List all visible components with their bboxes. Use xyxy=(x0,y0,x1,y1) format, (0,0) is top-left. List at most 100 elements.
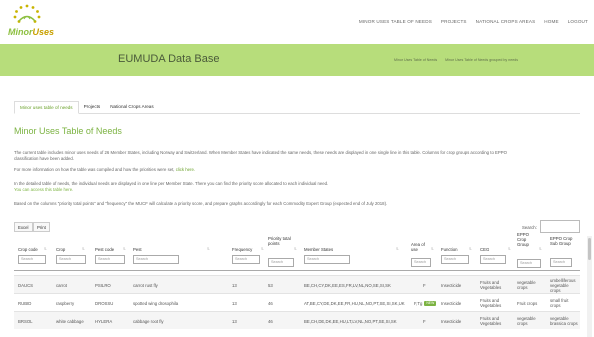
col-label: Crop code xyxy=(18,247,38,252)
nav-projects[interactable]: PROJECTS xyxy=(441,19,467,24)
cell-member-states: BE,CH,CY,DK,EE,ES,FR,LV,NL,NO,SE,SI,SK xyxy=(304,282,391,288)
cell-crop-code: RUBID xyxy=(18,300,32,306)
cell-area: F,Tg NEW xyxy=(414,294,437,312)
cell-eppo-sub: vegetable brassica crops xyxy=(550,316,578,326)
col-function[interactable]: Function ⇅ Search xyxy=(441,236,473,270)
click-here-link[interactable]: click here. xyxy=(176,167,195,172)
priority-paragraph: Based on the columns "priority total poi… xyxy=(14,201,388,206)
minor-uses-logo[interactable]: MinorUses xyxy=(6,3,54,41)
tab-minor-uses-table[interactable]: Minor uses table of needs xyxy=(14,101,79,114)
col-ceg[interactable]: CEG ⇅ Search xyxy=(480,236,512,270)
col-eppo-crop-sub-group[interactable]: EPPO Crop Sub Group Search xyxy=(550,236,580,270)
filter-input[interactable]: Search xyxy=(268,258,294,267)
table-row[interactable]: DAUCS carrot PSILRO carrot rust fly 13 5… xyxy=(14,275,580,293)
col-label: EPPO Crop Sub Group xyxy=(550,236,573,247)
search-label: Search: xyxy=(522,225,537,230)
global-search-input[interactable] xyxy=(540,220,580,233)
sort-icon[interactable]: ⇅ xyxy=(261,247,264,251)
cell-ceg: Fruits and Vegetables xyxy=(480,298,502,308)
sort-icon[interactable]: ⇅ xyxy=(396,247,399,251)
cell-pest: carrot rust fly xyxy=(133,282,158,288)
sort-icon[interactable]: ⇅ xyxy=(469,247,472,251)
cell-eppo-group: vegetable crops xyxy=(517,280,536,290)
area-value: F xyxy=(423,318,426,324)
access-table-link[interactable]: You can access this table here. xyxy=(14,187,73,193)
filter-input[interactable]: Search xyxy=(441,255,469,264)
header-banner: EUMUDA Data Base Minor Uses Table of Nee… xyxy=(0,44,594,76)
cell-eppo-group: vegetable crops xyxy=(517,316,536,326)
cell-area: F xyxy=(423,312,426,330)
col-label: CEG xyxy=(480,247,490,252)
filter-input[interactable]: Search xyxy=(18,255,46,264)
nav-logout[interactable]: LOGOUT xyxy=(568,19,588,24)
col-label: Area of use xyxy=(411,242,425,253)
sort-icon[interactable]: ⇅ xyxy=(508,247,511,251)
cell-pest-code: DROSSU xyxy=(95,300,114,306)
filter-input[interactable]: Search xyxy=(133,255,179,264)
nav-minor-uses-table[interactable]: MINOR USES TABLE OF NEEDS xyxy=(359,19,432,24)
print-button[interactable]: Print xyxy=(33,222,50,232)
logo-wordmark: MinorUses xyxy=(8,27,55,37)
cell-eppo-sub: umbelliferous vegetable crops xyxy=(550,277,576,293)
tab-projects[interactable]: Projects xyxy=(79,101,106,114)
sort-icon[interactable]: ⇅ xyxy=(123,247,126,251)
col-label: Frequency xyxy=(232,247,253,252)
cell-pest: cabbage root fly xyxy=(133,318,164,324)
col-label: Crop xyxy=(56,247,66,252)
filter-input[interactable]: Search xyxy=(95,255,125,264)
cell-function: Insecticide xyxy=(441,300,462,306)
filter-input[interactable]: Search xyxy=(411,258,431,267)
cell-crop: white cabbage xyxy=(56,318,84,324)
sort-icon[interactable]: ⇅ xyxy=(539,247,542,251)
table-row[interactable]: BRSOL white cabbage HYLERA cabbage root … xyxy=(14,311,580,329)
col-label: Priority total points xyxy=(268,236,291,247)
info-paragraph: For more information on how the table wa… xyxy=(14,167,195,173)
filter-input[interactable]: Search xyxy=(480,255,506,264)
banner-link-table-of-needs[interactable]: Minor Uses Table of Needs xyxy=(394,58,437,62)
content-tabs: Minor uses table of needs Projects Natio… xyxy=(14,101,580,114)
col-member-states[interactable]: Member States ⇅ Search xyxy=(304,236,402,270)
cell-eppo-group: Fruit crops xyxy=(517,300,538,306)
col-area-of-use[interactable]: Area of use ⇅ Search xyxy=(411,236,434,270)
cell-function: Insecticide xyxy=(441,282,462,288)
cell-crop: raspberry xyxy=(56,300,75,306)
filter-input[interactable]: Search xyxy=(232,255,260,264)
intro-paragraph: The current table includes minor uses ne… xyxy=(14,150,507,155)
cell-crop: carrot xyxy=(56,282,67,288)
col-label: Member States xyxy=(304,247,334,252)
filter-input[interactable]: Search xyxy=(56,255,86,264)
scrollbar-thumb[interactable] xyxy=(588,238,591,260)
cell-area: F xyxy=(423,276,426,294)
sort-icon[interactable]: ⇅ xyxy=(431,247,434,251)
sort-icon[interactable]: ⇅ xyxy=(82,247,85,251)
col-frequency[interactable]: Frequency ⇅ Search xyxy=(232,236,264,270)
col-crop[interactable]: Crop ⇅ Search xyxy=(56,236,90,270)
col-eppo-crop-group[interactable]: EPPO Crop Group ⇅ Search xyxy=(517,232,543,270)
filter-input[interactable]: Search xyxy=(304,255,350,264)
col-label: Function xyxy=(441,247,458,252)
excel-button[interactable]: Excel xyxy=(14,222,33,232)
nav-home[interactable]: HOME xyxy=(544,19,558,24)
tab-national-crops-areas[interactable]: National Crops Areas xyxy=(105,101,158,114)
sort-icon[interactable]: ⇅ xyxy=(294,247,297,251)
sort-icon[interactable]: ⇅ xyxy=(44,247,47,251)
cell-frequency: 13 xyxy=(232,282,237,288)
sort-icon[interactable]: ⇅ xyxy=(207,247,210,251)
cell-function: Insecticide xyxy=(441,318,462,324)
col-pest-code[interactable]: Pest code ⇅ Search xyxy=(95,236,129,270)
banner-link-grouped-by-needs[interactable]: Minor Uses Table of Needs grouped by nee… xyxy=(445,58,518,62)
col-crop-code[interactable]: Crop code ⇅ Search xyxy=(18,236,50,270)
cell-crop-code: BRSOL xyxy=(18,318,33,324)
col-label: EPPO Crop Group xyxy=(517,232,529,248)
header-divider xyxy=(14,270,580,271)
col-priority[interactable]: Priority total points ⇅ Search xyxy=(268,236,298,270)
intro-paragraph-cont: classification have been added. xyxy=(14,156,74,161)
filter-input[interactable]: Search xyxy=(550,258,572,267)
cell-priority: 53 xyxy=(268,282,273,288)
col-pest[interactable]: Pest ⇅ Search xyxy=(133,236,213,270)
cell-priority: 46 xyxy=(268,318,273,324)
table-row[interactable]: RUBID raspberry DROSSU spotted wing dros… xyxy=(14,293,580,311)
cell-frequency: 13 xyxy=(232,300,237,306)
filter-input[interactable]: Search xyxy=(517,259,541,268)
nav-national-crops-areas[interactable]: NATIONAL CROPS AREAS xyxy=(476,19,536,24)
